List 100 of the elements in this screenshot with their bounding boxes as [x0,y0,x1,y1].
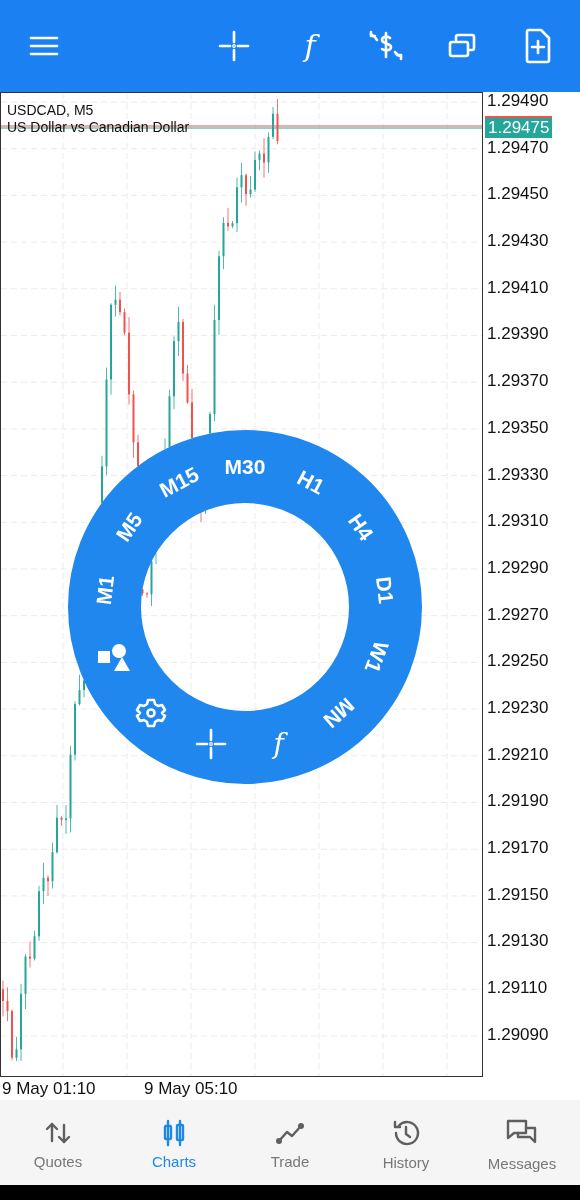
nav-tab[interactable]: Messages [464,1100,580,1185]
price-label: 1.29350 [487,418,550,437]
candlestick [258,149,261,171]
new-document-icon [523,28,553,64]
candlestick [42,862,45,905]
candlestick [137,434,139,467]
symbol-label: USDCAD, M5 [7,102,94,118]
crosshair-button[interactable] [195,727,228,760]
price-label: 1.29150 [487,885,550,904]
candlestick [24,953,27,1010]
candlestick [15,1036,18,1062]
candlestick [254,151,256,193]
candlestick [186,364,189,405]
candlestick [83,680,85,698]
menu-icon [29,35,59,57]
symbol-description: US Dollar vs Canadian Dollar [7,119,190,135]
price-label: 1.29130 [487,932,550,951]
candlestick [119,291,121,316]
timeframe-option[interactable]: D1 [372,575,397,605]
price-label: 1.29090 [487,1025,550,1044]
timeframe-option[interactable]: M30 [224,455,266,477]
history-icon [391,1118,421,1148]
nav-tab[interactable]: Quotes [0,1100,116,1185]
nav-tab[interactable]: History [348,1100,464,1185]
price-label: 1.29430 [487,232,550,251]
candlestick [272,106,274,140]
candlestick [249,175,252,198]
timeframe-option[interactable]: W1 [361,638,393,676]
candlestick [191,388,193,439]
candlestick [182,318,184,382]
price-label: 1.29110 [487,979,549,998]
candlestick [231,220,234,229]
candlestick [65,804,67,835]
candlestick [177,306,180,357]
price-label: 1.29230 [487,698,550,717]
timeframe-option[interactable]: M5 [112,508,146,545]
candlestick [276,98,279,145]
candlestick [200,512,202,523]
candlestick [101,455,103,504]
candlestick [267,132,270,174]
objects-button[interactable] [96,641,131,673]
candlestick [33,930,36,961]
price-label: 1.29330 [487,465,550,484]
crosshair-icon [195,727,228,760]
candlestick [123,308,126,336]
candlestick [164,437,166,450]
candlestick [155,552,157,565]
candlestick [29,941,31,968]
current-price-tag: 1.29475 [485,116,553,138]
price-label: 1.29210 [487,745,550,764]
price-label: 1.29190 [487,792,550,811]
timeframe-option[interactable]: M1 [92,574,118,606]
timeframe-option[interactable]: MN [319,693,358,732]
candlestick [227,207,229,232]
candlestick [150,561,153,607]
candlestick [51,842,54,889]
price-label: 1.29370 [487,372,550,391]
candlestick [245,173,247,207]
price-label: 1.29470 [487,138,550,157]
indicators-button[interactable]: f [288,24,332,68]
settings-button[interactable] [135,696,168,729]
candlestick [2,980,4,1017]
candlestick [141,589,144,597]
timeframe-option[interactable]: M15 [156,463,203,501]
candlestick [263,137,265,179]
candlestick [6,986,9,1022]
timeframe-option[interactable]: H1 [293,466,328,498]
nav-tab[interactable]: Charts [116,1100,232,1185]
settings-icon [135,696,168,729]
candlestick [236,177,238,233]
price-label: 1.29410 [487,278,550,297]
price-label: 1.29290 [487,558,550,577]
candlestick [222,216,225,270]
candlestick [56,804,58,855]
nav-tab[interactable]: Trade [232,1100,348,1185]
price-label: 1.29490 [487,92,550,110]
candlestick [60,815,63,827]
candlestick [168,389,171,448]
price-label: 1.29310 [487,512,550,531]
candlestick [132,390,135,459]
candlestick [78,674,81,706]
candlestick [146,591,148,599]
candlestick [240,162,243,203]
candlestick [114,285,117,317]
candlestick [11,1009,13,1061]
price-label: 1.29170 [487,839,550,857]
windows-icon [447,32,477,60]
candlestick [38,885,40,942]
candlestick [205,510,206,515]
timeframe-option[interactable]: H4 [344,509,378,544]
time-label: 9 May 05:10 [143,1078,239,1099]
candlestick [209,411,211,434]
shapes-icon [96,641,131,673]
time-label: 9 May 01:10 [1,1078,97,1099]
price-label: 1.29450 [487,185,550,204]
price-label: 1.29270 [487,605,550,624]
candlestick [47,874,49,897]
price-label: 1.29250 [487,652,550,671]
crosshair-icon [218,30,250,62]
price-label: 1.29390 [487,325,550,344]
